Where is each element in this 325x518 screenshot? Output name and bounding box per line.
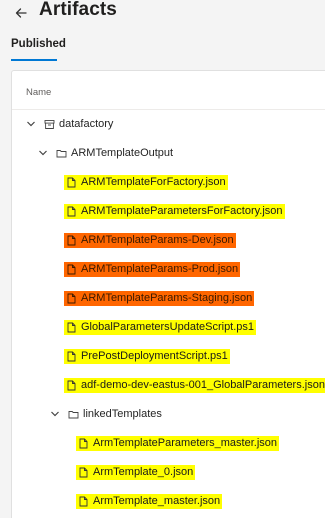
file-label: ARMTemplateParametersForFactory.json <box>81 205 283 217</box>
chevron-down-icon[interactable] <box>49 408 61 420</box>
tab-published[interactable]: Published <box>11 38 66 50</box>
column-header-name[interactable]: Name <box>26 87 51 98</box>
highlight: ARMTemplateParams-Prod.json <box>64 261 241 277</box>
highlight: ARMTemplateParams-Staging.json <box>64 290 255 306</box>
file-icon <box>78 467 89 478</box>
highlight: adf-demo-dev-eastus-001_GlobalParameters… <box>64 377 325 393</box>
folder-icon <box>56 148 67 159</box>
highlight: ARMTemplateParametersForFactory.json <box>64 203 285 219</box>
chevron-down-icon[interactable] <box>25 118 37 130</box>
file-icon <box>66 177 77 188</box>
highlight: GlobalParametersUpdateScript.ps1 <box>64 319 257 335</box>
file-icon <box>78 496 89 507</box>
highlight: PrePostDeploymentScript.ps1 <box>64 348 230 364</box>
file-label: ArmTemplate_0.json <box>93 466 194 478</box>
tree-item-label: linkedTemplates <box>83 408 162 420</box>
file-label: ARMTemplateParams-Staging.json <box>81 292 253 304</box>
tree-item-linkedtemplates[interactable]: linkedTemplates <box>49 405 162 423</box>
file-label: ARMTemplateParams-Prod.json <box>81 263 239 275</box>
file-icon <box>66 351 77 362</box>
highlight: ArmTemplateParameters_master.json <box>76 435 280 451</box>
file-label: ARMTemplateForFactory.json <box>81 176 226 188</box>
file-label: PrePostDeploymentScript.ps1 <box>81 350 228 362</box>
chevron-down-icon[interactable] <box>37 147 49 159</box>
file-item[interactable]: ArmTemplate_master.json <box>76 492 223 510</box>
header-divider <box>12 109 325 110</box>
back-button[interactable] <box>12 4 30 22</box>
page-title: Artifacts <box>39 0 117 20</box>
file-icon <box>66 264 77 275</box>
highlight: ArmTemplate_0.json <box>76 464 196 480</box>
highlight: ARMTemplateForFactory.json <box>64 174 228 190</box>
file-icon <box>66 235 77 246</box>
file-icon <box>66 206 77 217</box>
file-icon <box>66 293 77 304</box>
tree-item-armtemplateoutput[interactable]: ARMTemplateOutput <box>37 144 173 162</box>
file-item[interactable]: ARMTemplateParams-Prod.json <box>64 260 241 278</box>
arrow-left-icon <box>15 8 27 18</box>
tree-item-datafactory[interactable]: datafactory <box>25 115 113 133</box>
repository-icon <box>44 119 55 130</box>
file-label: GlobalParametersUpdateScript.ps1 <box>81 321 255 333</box>
file-icon <box>66 322 77 333</box>
tree-item-label: datafactory <box>59 118 114 130</box>
tree-item-label: ARMTemplateOutput <box>71 147 174 159</box>
highlight: ArmTemplate_master.json <box>76 493 223 509</box>
file-item[interactable]: PrePostDeploymentScript.ps1 <box>64 347 230 365</box>
file-label: ArmTemplateParameters_master.json <box>93 437 278 449</box>
artifacts-panel: Name datafactory ARMTemplateOutput ARMTe… <box>11 70 325 518</box>
file-icon <box>78 438 89 449</box>
file-item[interactable]: ArmTemplate_0.json <box>76 463 196 481</box>
file-item[interactable]: adf-demo-dev-eastus-001_GlobalParameters… <box>64 376 325 394</box>
file-item[interactable]: GlobalParametersUpdateScript.ps1 <box>64 318 257 336</box>
file-item[interactable]: ARMTemplateParametersForFactory.json <box>64 202 285 220</box>
folder-icon <box>68 409 79 420</box>
file-item[interactable]: ArmTemplateParameters_master.json <box>76 434 280 452</box>
file-label: ARMTemplateParams-Dev.json <box>81 234 234 246</box>
highlight: ARMTemplateParams-Dev.json <box>64 232 236 248</box>
tab-selected-indicator <box>11 59 57 61</box>
file-label: ArmTemplate_master.json <box>93 495 221 507</box>
file-item[interactable]: ARMTemplateParams-Staging.json <box>64 289 255 307</box>
file-item[interactable]: ARMTemplateForFactory.json <box>64 173 228 191</box>
file-label: adf-demo-dev-eastus-001_GlobalParameters… <box>81 379 325 391</box>
page-header: Artifacts <box>0 0 325 28</box>
file-item[interactable]: ARMTemplateParams-Dev.json <box>64 231 236 249</box>
file-icon <box>66 380 77 391</box>
